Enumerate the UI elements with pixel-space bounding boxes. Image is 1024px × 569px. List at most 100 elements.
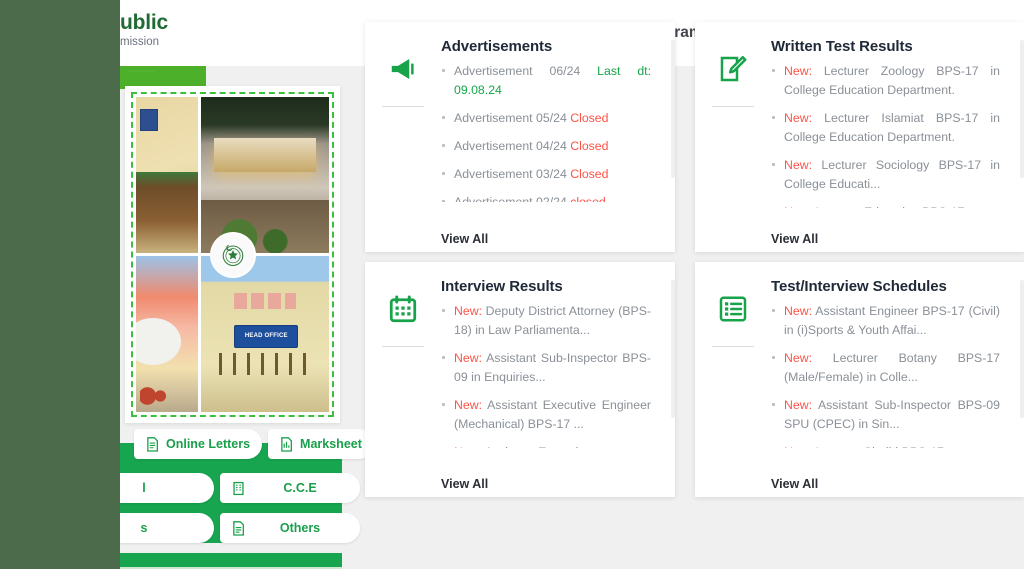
card-interview-results: Interview Results New: Deputy District At… bbox=[365, 262, 675, 497]
list-item[interactable]: Advertisement 05/24 Closed bbox=[441, 109, 651, 128]
status-badge: Closed bbox=[570, 139, 609, 154]
site-logo[interactable]: ublic mission bbox=[120, 11, 169, 49]
card-body: Interview Results New: Deputy District At… bbox=[441, 278, 675, 491]
list-item[interactable]: Advertisement 04/24 Closed bbox=[441, 137, 651, 156]
document-icon bbox=[232, 520, 245, 536]
quick-access-clipped-button-left-1[interactable]: l bbox=[120, 473, 214, 503]
card-title: Written Test Results bbox=[771, 38, 913, 55]
list-item[interactable]: New: Lecturer Zoology BPS-17 in College … bbox=[771, 62, 1000, 100]
list-item[interactable]: Advertisement 03/24 Closed bbox=[441, 165, 651, 184]
card-icon-column bbox=[695, 38, 771, 240]
list-item-text: Assistant Engineer BPS-17 (Civil) in (i)… bbox=[784, 304, 1000, 338]
card-icon-column bbox=[365, 38, 441, 240]
list-item-text: Lecturer Sindhi BPS-17 bbox=[812, 445, 944, 448]
brand-subtitle: mission bbox=[120, 36, 159, 49]
left-column: ·········· HEAD OFFICE Online Letters Ma… bbox=[120, 66, 374, 569]
list-item[interactable]: New: Assistant Engineer BPS-17 (Civil) i… bbox=[771, 302, 1000, 340]
list-item-text: Lecturer Islamiat BPS-17 in College Educ… bbox=[784, 111, 1000, 145]
card-scrollbar[interactable] bbox=[671, 40, 675, 178]
list-item[interactable]: New: Lecturer Islamiat BPS-17 in College… bbox=[771, 109, 1000, 147]
card-scrollbar[interactable] bbox=[671, 280, 675, 418]
list-item-text: Lecturer Botany BPS-17 (Male/Female) in … bbox=[784, 351, 1000, 385]
status-badge: New: bbox=[784, 64, 813, 78]
collage-photo-interior-pink bbox=[136, 256, 198, 412]
card-item-list[interactable]: New: Deputy District Attorney (BPS-18) i… bbox=[441, 302, 663, 448]
list-item-text: Lecturer Sociology BPS-17 in College Edu… bbox=[784, 158, 1000, 192]
list-item[interactable]: New: Assistant Executive bbox=[441, 443, 651, 448]
card-item-list[interactable]: Advertisement 06/24 Last dt: 09.08.24 Adv… bbox=[441, 62, 663, 202]
list-item[interactable]: New: Lecturer Education BPS-17 bbox=[771, 203, 1000, 208]
list-item[interactable]: New: Assistant Executive Engineer (Mecha… bbox=[441, 396, 651, 434]
list-item[interactable]: New: Deputy District Attorney (BPS-18) i… bbox=[441, 302, 651, 340]
status-badge: Closed bbox=[570, 111, 609, 126]
list-item-text: Assistant Executive bbox=[482, 445, 592, 448]
list-item-text: Lecturer Education BPS-17 bbox=[812, 205, 964, 208]
list-item-text: Advertisement 02/24 bbox=[454, 195, 570, 202]
list-item[interactable]: Advertisement 02/24 closed bbox=[441, 193, 651, 202]
card-scrollbar[interactable] bbox=[1020, 40, 1024, 178]
card-title: Interview Results bbox=[441, 278, 563, 295]
card-icon-divider bbox=[712, 106, 754, 107]
quick-access-label: C.C.E bbox=[283, 481, 317, 495]
status-badge: New: bbox=[784, 398, 813, 413]
document-icon bbox=[146, 436, 159, 452]
sidebar-bottom-green-strip bbox=[120, 553, 342, 567]
list-item[interactable]: New: Assistant Sub-Inspector BPS-09 SPU … bbox=[771, 396, 1000, 434]
photo-collage[interactable]: HEAD OFFICE bbox=[125, 86, 340, 423]
list-item-text: Advertisement 05/24 bbox=[454, 111, 571, 126]
browser-viewport: ublic mission HomeOverviewLegal Framewor… bbox=[120, 0, 1024, 569]
building-icon bbox=[232, 481, 245, 496]
card-icon-column bbox=[365, 278, 441, 485]
quick-access-label: Marksheet bbox=[300, 437, 362, 451]
dashboard-cards: Advertisements Advertisement 06/24 Last d… bbox=[365, 22, 1024, 569]
facade-awnings bbox=[234, 293, 296, 310]
quick-access-cce-button[interactable]: C.C.E bbox=[220, 473, 360, 503]
view-all-link[interactable]: View All bbox=[441, 232, 488, 246]
list-item-text: Advertisement 04/24 bbox=[454, 139, 571, 154]
status-badge: New: bbox=[784, 205, 812, 208]
status-badge: New: bbox=[784, 111, 813, 126]
calendar-icon bbox=[388, 294, 418, 324]
quick-access-online-letters-button[interactable]: Online Letters bbox=[134, 429, 263, 459]
card-item-list[interactable]: New: Lecturer Zoology BPS-17 in College … bbox=[771, 62, 1012, 208]
card-scrollbar[interactable] bbox=[1020, 280, 1024, 418]
quick-access-clipped-button-left-2[interactable]: s bbox=[120, 513, 214, 543]
list-item[interactable]: New: Lecturer Sociology BPS-17 in Colleg… bbox=[771, 156, 1000, 194]
brand-title: ublic bbox=[120, 11, 169, 34]
quick-access-label: s bbox=[140, 521, 148, 535]
quick-access-others-button[interactable]: Others bbox=[220, 513, 360, 543]
card-icon-column bbox=[695, 278, 771, 485]
list-icon bbox=[718, 294, 748, 324]
card-advertisements: Advertisements Advertisement 06/24 Last d… bbox=[365, 22, 675, 252]
view-all-link[interactable]: View All bbox=[771, 477, 818, 491]
collage-photo-building-sign bbox=[136, 97, 198, 253]
collage-photo-head-office: HEAD OFFICE bbox=[201, 256, 329, 412]
view-all-link[interactable]: View All bbox=[771, 232, 818, 246]
list-item-text: Deputy District Attorney (BPS-18) in Law… bbox=[454, 304, 651, 338]
status-badge: New: bbox=[784, 304, 813, 318]
document-icon bbox=[280, 436, 293, 452]
card-test-interview-schedules: Test/Interview Schedules New: Assistant E… bbox=[695, 262, 1024, 497]
list-item[interactable]: New: Lecturer Sindhi BPS-17 bbox=[771, 443, 1000, 448]
card-icon-divider bbox=[382, 106, 424, 107]
list-item[interactable]: New: Assistant Sub-Inspector BPS-09 in E… bbox=[441, 349, 651, 387]
quick-access-marksheet-button[interactable]: Marksheet bbox=[268, 429, 374, 459]
megaphone-icon bbox=[388, 54, 418, 84]
list-item-text: Assistant Sub-Inspector BPS-09 in Enquir… bbox=[454, 351, 651, 385]
view-all-link[interactable]: View All bbox=[441, 477, 488, 491]
list-item[interactable]: New: Lecturer Botany BPS-17 (Male/Female… bbox=[771, 349, 1000, 387]
head-office-sign: HEAD OFFICE bbox=[234, 324, 299, 349]
card-written-test-results: Written Test Results New: Lecturer Zoolog… bbox=[695, 22, 1024, 252]
collage-photo-veranda-night bbox=[201, 97, 329, 253]
list-item-text: Lecturer Zoology BPS-17 in College Educa… bbox=[784, 64, 1000, 98]
card-icon-divider bbox=[382, 346, 424, 347]
card-icon-divider bbox=[712, 346, 754, 347]
status-badge: New: bbox=[784, 158, 813, 173]
list-item[interactable]: Advertisement 06/24 Last dt: 09.08.24 bbox=[441, 62, 651, 100]
card-title: Advertisements bbox=[441, 38, 553, 55]
list-item-text: Advertisement 03/24 bbox=[454, 167, 571, 182]
status-badge: New: bbox=[454, 398, 483, 413]
status-badge: New: bbox=[454, 445, 482, 448]
quick-access-panel: Online Letters Marksheet l C.C.E s Other… bbox=[120, 429, 374, 551]
card-item-list[interactable]: New: Assistant Engineer BPS-17 (Civil) i… bbox=[771, 302, 1012, 448]
